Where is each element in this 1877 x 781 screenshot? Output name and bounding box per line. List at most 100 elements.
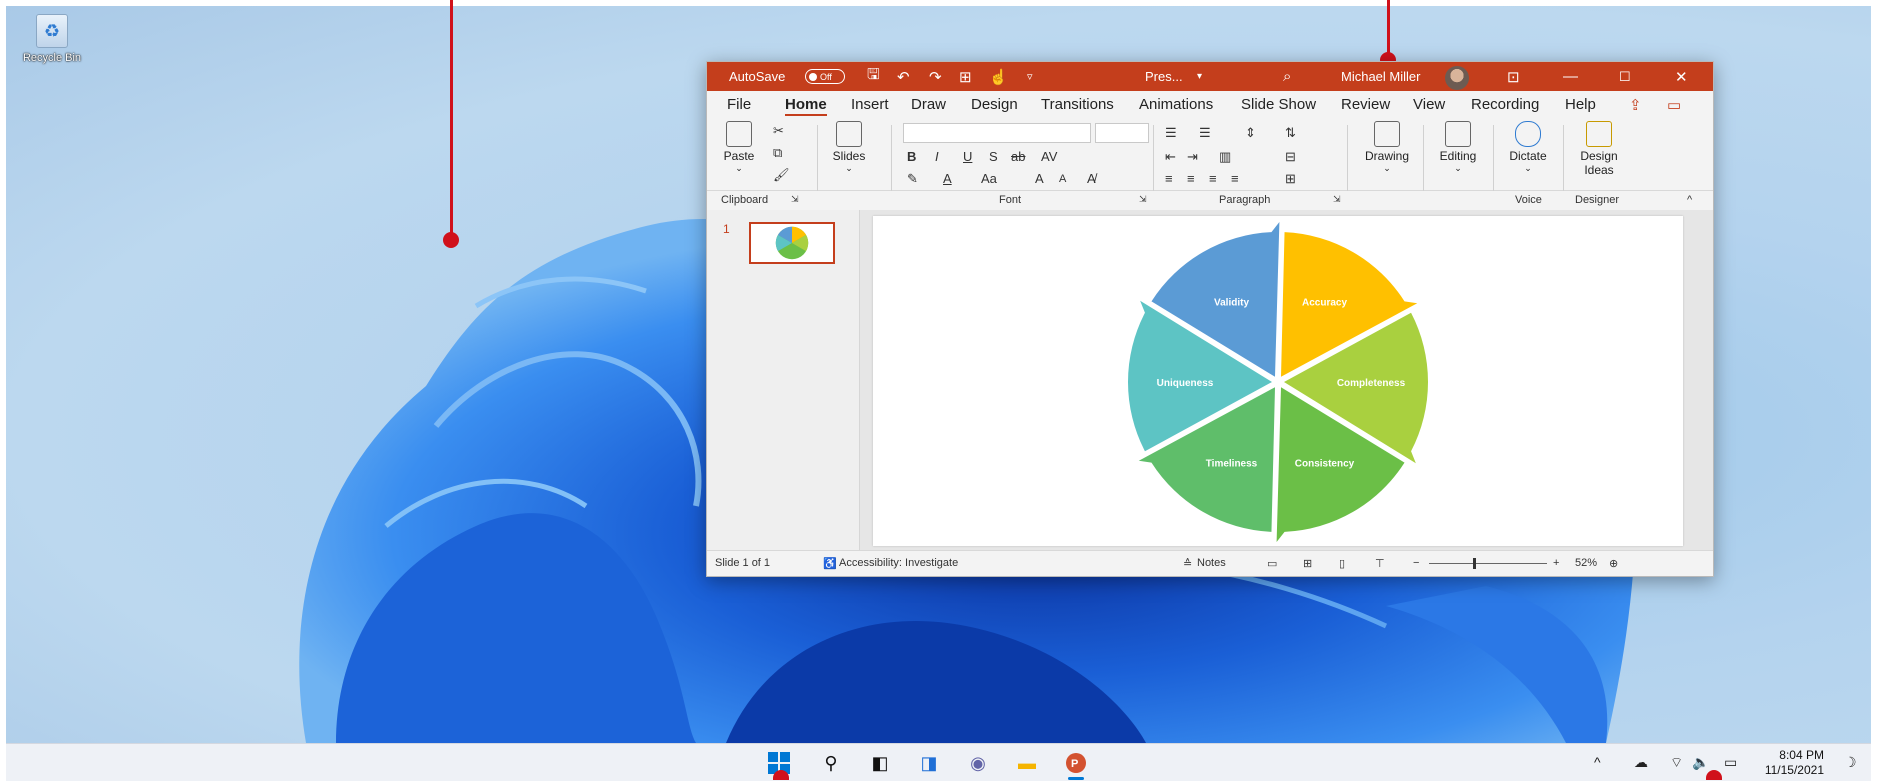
strikethrough-button[interactable]: ab: [1011, 149, 1025, 164]
reading-view-icon[interactable]: ▯: [1339, 557, 1345, 570]
powerpoint-taskbar-icon[interactable]: P: [1064, 752, 1088, 774]
slide-thumbnail[interactable]: [749, 222, 835, 264]
shadow-button[interactable]: S: [989, 149, 998, 164]
align-right-icon[interactable]: ≡: [1209, 171, 1217, 186]
share-icon[interactable]: ⇪: [1629, 96, 1642, 114]
decrease-indent-icon[interactable]: ⇤: [1165, 149, 1176, 165]
increase-indent-icon[interactable]: ⇥: [1187, 149, 1198, 165]
notes-button[interactable]: Notes: [1197, 557, 1226, 569]
ribbon-display-icon[interactable]: ⊡: [1507, 62, 1520, 91]
paragraph-launcher-icon[interactable]: ⇲: [1333, 194, 1341, 205]
tab-animations[interactable]: Animations: [1139, 96, 1213, 113]
align-center-icon[interactable]: ≡: [1187, 171, 1195, 186]
widgets-icon[interactable]: ◨: [917, 752, 941, 774]
file-explorer-icon[interactable]: ▬: [1015, 752, 1039, 774]
text-direction-icon[interactable]: ⇅: [1285, 125, 1296, 141]
paste-button[interactable]: Paste ⌄: [721, 121, 757, 174]
slides-button[interactable]: Slides ⌄: [827, 121, 871, 174]
italic-button[interactable]: I: [935, 149, 939, 164]
bold-button[interactable]: B: [907, 149, 916, 164]
volume-icon[interactable]: 🔈: [1692, 754, 1709, 771]
shrink-font-button[interactable]: A: [1059, 173, 1066, 185]
onedrive-icon[interactable]: ☁: [1634, 754, 1648, 771]
cut-icon[interactable]: ✂: [773, 123, 784, 139]
clear-formatting-icon[interactable]: A̸: [1087, 171, 1096, 186]
line-spacing-icon[interactable]: ⇕: [1245, 125, 1256, 141]
save-icon[interactable]: 🖫: [867, 62, 880, 91]
tab-slide-show[interactable]: Slide Show: [1241, 96, 1316, 113]
format-painter-icon[interactable]: 🖌: [773, 167, 790, 183]
file-name[interactable]: Pres...: [1145, 62, 1183, 91]
dictate-button[interactable]: Dictate ⌄: [1503, 121, 1553, 174]
notes-icon[interactable]: ≙: [1183, 557, 1192, 570]
zoom-in-icon[interactable]: +: [1553, 557, 1559, 569]
columns-icon[interactable]: ▥: [1219, 149, 1231, 165]
editing-button[interactable]: Editing ⌄: [1433, 121, 1483, 174]
tab-help[interactable]: Help: [1565, 96, 1596, 113]
change-case-button[interactable]: Aa: [981, 171, 997, 186]
user-name[interactable]: Michael Miller: [1341, 62, 1420, 91]
slide-canvas[interactable]: Validity Accuracy Completeness Consistency T…: [873, 216, 1683, 546]
align-left-icon[interactable]: ≡: [1165, 171, 1173, 186]
grow-font-button[interactable]: A: [1035, 171, 1044, 186]
comments-icon[interactable]: ▭: [1667, 96, 1681, 114]
bullets-icon[interactable]: ☰: [1165, 125, 1177, 141]
redo-icon[interactable]: ↷: [929, 62, 942, 91]
accessibility-status[interactable]: Accessibility: Investigate: [839, 557, 958, 569]
justify-icon[interactable]: ≡: [1231, 171, 1239, 186]
zoom-level[interactable]: 52%: [1575, 557, 1597, 569]
search-icon[interactable]: ⚲: [819, 752, 843, 774]
tab-home[interactable]: Home: [785, 96, 827, 116]
touch-mode-icon[interactable]: ☝: [989, 62, 1008, 91]
undo-icon[interactable]: ↶: [897, 62, 910, 91]
show-hidden-icons-icon[interactable]: ^: [1594, 754, 1601, 770]
clipboard-launcher-icon[interactable]: ⇲: [791, 194, 799, 205]
minimize-icon[interactable]: —: [1563, 62, 1578, 91]
chat-icon[interactable]: ◉: [966, 752, 990, 774]
close-icon[interactable]: ✕: [1675, 62, 1688, 91]
font-name-box[interactable]: [903, 123, 1091, 143]
tab-insert[interactable]: Insert: [851, 96, 889, 113]
underline-button[interactable]: U: [963, 149, 972, 164]
user-avatar[interactable]: [1445, 65, 1469, 90]
wifi-icon[interactable]: ⌔: [1670, 754, 1683, 772]
highlighter-icon[interactable]: ✎: [907, 171, 918, 187]
powerpoint-window[interactable]: AutoSave Off 🖫 ↶ ↷ ⊞ ☝ ▿ Pres... ▾ ⌕ Mic…: [706, 61, 1714, 577]
tab-design[interactable]: Design: [971, 96, 1018, 113]
maximize-icon[interactable]: ☐: [1619, 62, 1631, 91]
font-size-box[interactable]: [1095, 123, 1149, 143]
tab-view[interactable]: View: [1413, 96, 1445, 113]
fit-to-window-icon[interactable]: ⊕: [1609, 557, 1618, 570]
font-launcher-icon[interactable]: ⇲: [1139, 194, 1147, 205]
smartart-icon[interactable]: ⊞: [1285, 171, 1296, 187]
align-text-icon[interactable]: ⊟: [1285, 149, 1296, 165]
tab-draw[interactable]: Draw: [911, 96, 946, 113]
numbering-icon[interactable]: ☰: [1199, 125, 1211, 141]
customize-toolbar-icon[interactable]: ▿: [1027, 62, 1033, 91]
file-name-chevron-icon[interactable]: ▾: [1197, 62, 1202, 91]
normal-view-icon[interactable]: ▭: [1267, 557, 1277, 570]
search-icon[interactable]: ⌕: [1283, 62, 1291, 91]
slide-show-icon[interactable]: ⊤: [1375, 557, 1385, 570]
drawing-button[interactable]: Drawing ⌄: [1359, 121, 1415, 174]
font-color-icon[interactable]: A: [943, 171, 952, 186]
zoom-out-icon[interactable]: −: [1413, 557, 1419, 569]
clock[interactable]: 8:04 PM 11/15/2021: [1758, 748, 1824, 778]
accessibility-icon[interactable]: ♿: [823, 557, 837, 570]
focus-assist-icon[interactable]: ☽: [1844, 754, 1857, 771]
tab-review[interactable]: Review: [1341, 96, 1390, 113]
title-bar[interactable]: AutoSave Off 🖫 ↶ ↷ ⊞ ☝ ▿ Pres... ▾ ⌕ Mic…: [707, 62, 1713, 91]
character-spacing-button[interactable]: AV: [1041, 149, 1057, 164]
collapse-ribbon-icon[interactable]: ^: [1687, 194, 1692, 206]
zoom-slider-track[interactable]: [1429, 563, 1547, 564]
design-ideas-button[interactable]: Design Ideas: [1573, 121, 1625, 177]
zoom-slider-thumb[interactable]: [1473, 558, 1476, 569]
task-view-icon[interactable]: ◧: [868, 752, 892, 774]
present-icon[interactable]: ⊞: [959, 62, 972, 91]
recycle-bin[interactable]: ♻ Recycle Bin: [20, 14, 84, 64]
slide-sorter-icon[interactable]: ⊞: [1303, 557, 1312, 570]
tab-recording[interactable]: Recording: [1471, 96, 1539, 113]
tab-file[interactable]: File: [727, 96, 751, 113]
battery-icon[interactable]: ▭: [1724, 754, 1737, 771]
tab-transitions[interactable]: Transitions: [1041, 96, 1114, 113]
